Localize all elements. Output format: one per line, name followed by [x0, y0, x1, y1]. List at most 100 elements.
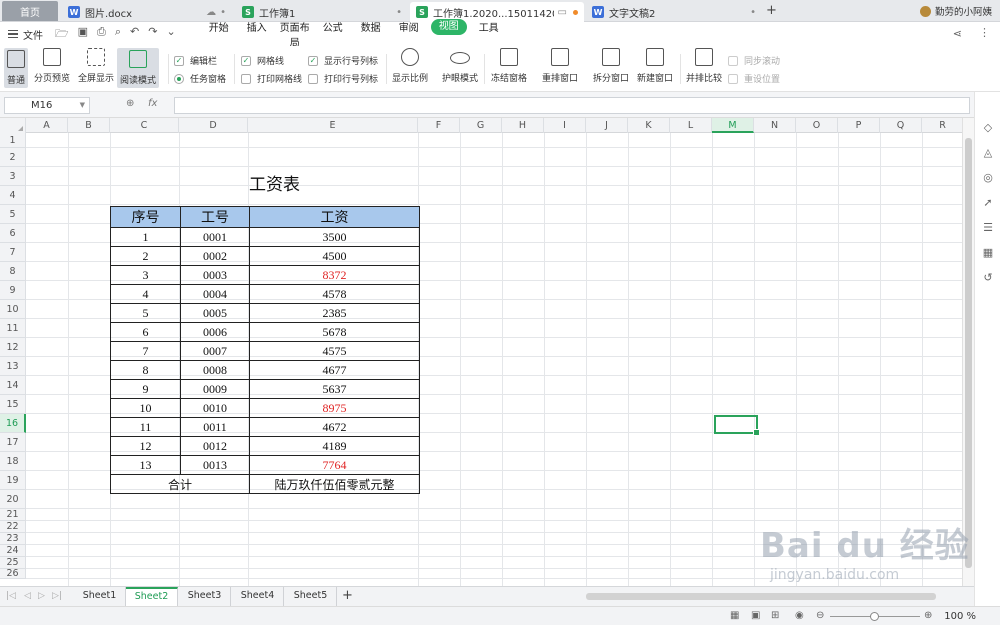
total-value-cell[interactable]: 陆万玖仟伍佰零贰元整 — [249, 474, 420, 494]
save-icon[interactable]: ▣ — [78, 25, 88, 44]
reset-position-button[interactable]: 重设位置 — [728, 72, 780, 85]
salary-cell[interactable]: 4578 — [249, 284, 420, 304]
print-icon[interactable]: ⎙ — [97, 25, 106, 44]
show-headings-checkbox[interactable]: ✓ 显示行号列标 — [308, 54, 378, 67]
next-sheet-icon[interactable]: ▷ — [38, 591, 45, 601]
row-header-14[interactable]: 14 — [0, 376, 26, 395]
column-header-F[interactable]: F — [418, 118, 460, 133]
zoom-ratio-button[interactable]: 显示比例 — [392, 48, 428, 84]
seq-cell[interactable]: 5 — [110, 303, 181, 323]
column-header-L[interactable]: L — [670, 118, 712, 133]
add-sheet-icon[interactable]: + — [342, 588, 353, 603]
formula-input[interactable] — [174, 97, 970, 114]
salary-cell[interactable]: 5678 — [249, 322, 420, 342]
reading-mode-button[interactable]: 阅读模式 — [117, 48, 160, 88]
zoom-in-icon[interactable]: ⊕ — [924, 610, 932, 621]
tab-review[interactable]: 审阅 — [390, 19, 428, 49]
row-header-24[interactable]: 24 — [0, 545, 26, 557]
arrange-windows-button[interactable]: 重排窗口 — [542, 48, 578, 84]
page-layout-icon[interactable]: ▣ — [751, 610, 760, 621]
row-header-19[interactable]: 19 — [0, 471, 26, 490]
gridlines-checkbox[interactable]: ✓ 网格线 — [241, 54, 284, 67]
first-sheet-icon[interactable]: |◁ — [6, 591, 16, 601]
column-header-K[interactable]: K — [628, 118, 670, 133]
seq-cell[interactable]: 9 — [110, 379, 181, 399]
salary-cell[interactable]: 3500 — [249, 227, 420, 247]
row-header-13[interactable]: 13 — [0, 357, 26, 376]
employee-id-cell[interactable]: 0002 — [180, 246, 250, 266]
seq-cell[interactable]: 10 — [110, 398, 181, 418]
salary-cell[interactable]: 4189 — [249, 436, 420, 456]
employee-id-cell[interactable]: 0005 — [180, 303, 250, 323]
tab-doc-text2[interactable]: W 文字文稿2 • — [586, 2, 762, 22]
fullscreen-button[interactable]: 全屏显示 — [78, 48, 114, 84]
row-header-26[interactable]: 26 — [0, 569, 26, 579]
salary-cell[interactable]: 4575 — [249, 341, 420, 361]
employee-id-cell[interactable]: 0008 — [180, 360, 250, 380]
fx-icon[interactable]: fx — [148, 98, 157, 109]
row-header-20[interactable]: 20 — [0, 490, 26, 509]
sync-scroll-button[interactable]: 同步滚动 — [728, 54, 780, 67]
more-icon[interactable]: ⋮ — [979, 26, 990, 39]
undo-icon[interactable]: ↶ — [130, 25, 139, 44]
zoom-out-icon[interactable]: ⊖ — [816, 610, 824, 621]
row-header-3[interactable]: 3 — [0, 167, 26, 186]
row-header-16[interactable]: 16 — [0, 414, 26, 433]
freeze-panes-button[interactable]: 冻结窗格 — [491, 48, 527, 84]
row-header-8[interactable]: 8 — [0, 262, 26, 281]
eye-protection-button[interactable]: 护眼模式 — [442, 48, 478, 84]
properties-icon[interactable]: ☰ — [982, 222, 994, 234]
close-dot-icon[interactable]: • — [396, 7, 402, 18]
page-break-icon[interactable]: ⊞ — [771, 610, 779, 621]
row-header-4[interactable]: 4 — [0, 186, 26, 205]
tab-data[interactable]: 数据 — [352, 19, 390, 49]
employee-id-cell[interactable]: 0013 — [180, 455, 250, 475]
scrollbar-thumb[interactable] — [965, 138, 972, 568]
sheet-tab-2[interactable]: Sheet2 — [126, 587, 178, 606]
seq-cell[interactable]: 6 — [110, 322, 181, 342]
close-dot-icon[interactable]: • — [750, 7, 756, 18]
page-break-preview-button[interactable]: 分页预览 — [34, 48, 70, 84]
name-box[interactable]: M16 ▼ — [4, 97, 90, 114]
row-header-12[interactable]: 12 — [0, 338, 26, 357]
vertical-scrollbar[interactable] — [962, 118, 974, 586]
column-header-E[interactable]: E — [248, 118, 418, 133]
column-header-M[interactable]: M — [712, 118, 754, 133]
column-header-J[interactable]: J — [586, 118, 628, 133]
user-account[interactable]: 勤劳的小阿姨 — [919, 4, 992, 18]
seq-cell[interactable]: 12 — [110, 436, 181, 456]
row-header-15[interactable]: 15 — [0, 395, 26, 414]
row-header-10[interactable]: 10 — [0, 300, 26, 319]
tab-page-layout[interactable]: 页面布局 — [276, 19, 314, 49]
salary-cell[interactable]: 4677 — [249, 360, 420, 380]
sheet-tab-5[interactable]: Sheet5 — [285, 587, 337, 606]
tab-start[interactable]: 开始 — [200, 19, 238, 49]
column-header-D[interactable]: D — [179, 118, 248, 133]
shapes-icon[interactable]: ◇ — [982, 122, 994, 134]
column-header-P[interactable]: P — [838, 118, 880, 133]
seq-cell[interactable]: 8 — [110, 360, 181, 380]
employee-id-cell[interactable]: 0003 — [180, 265, 250, 285]
row-header-17[interactable]: 17 — [0, 433, 26, 452]
salary-cell[interactable]: 8372 — [249, 265, 420, 285]
total-label-cell[interactable]: 合计 — [110, 474, 250, 494]
tab-home[interactable]: 首页 — [2, 1, 58, 21]
row-header-21[interactable]: 21 — [0, 509, 26, 521]
column-header-H[interactable]: H — [502, 118, 544, 133]
row-header-6[interactable]: 6 — [0, 224, 26, 243]
share-icon[interactable]: ⋖ — [953, 27, 962, 40]
normal-view-icon[interactable]: ▦ — [730, 610, 739, 621]
tab-tools[interactable]: 工具 — [470, 19, 508, 49]
history-icon[interactable]: ↺ — [982, 272, 994, 284]
redo-icon[interactable]: ↷ — [148, 25, 157, 44]
split-window-button[interactable]: 拆分窗口 — [593, 48, 629, 84]
employee-id-cell[interactable]: 0007 — [180, 341, 250, 361]
horizontal-scrollbar[interactable] — [586, 593, 936, 600]
eye-mode-icon[interactable]: ◉ — [795, 610, 804, 621]
row-header-9[interactable]: 9 — [0, 281, 26, 300]
seq-cell[interactable]: 11 — [110, 417, 181, 437]
employee-id-cell[interactable]: 0010 — [180, 398, 250, 418]
paint-bucket-icon[interactable]: ◬ — [982, 147, 994, 159]
salary-cell[interactable]: 2385 — [249, 303, 420, 323]
header-seq[interactable]: 序号 — [110, 206, 181, 228]
